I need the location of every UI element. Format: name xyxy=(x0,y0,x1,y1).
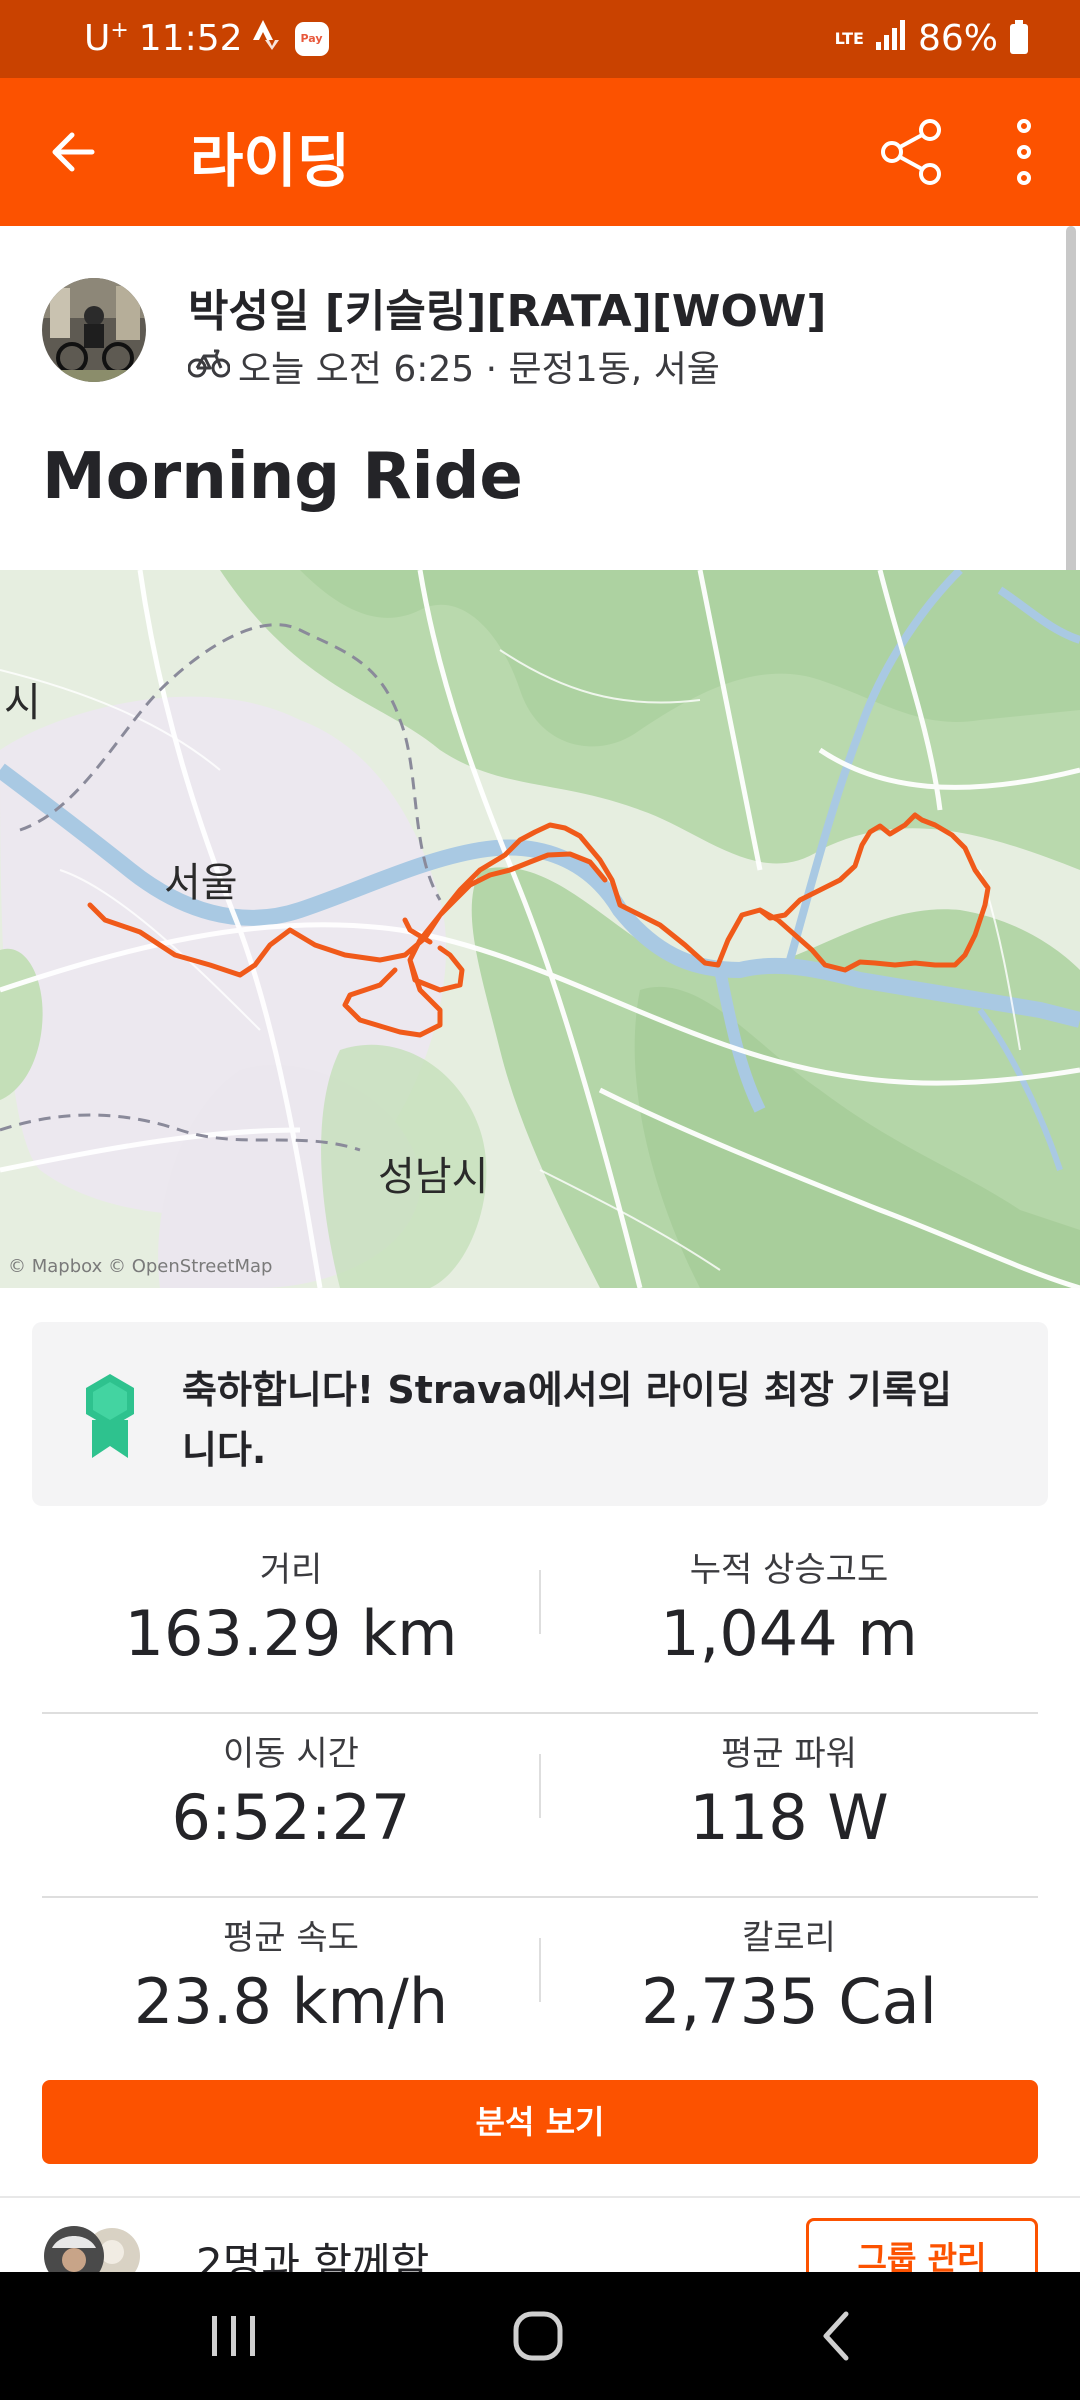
system-nav-bar xyxy=(0,2272,1080,2400)
battery-icon xyxy=(1010,19,1028,54)
recent-apps-icon[interactable] xyxy=(204,2306,264,2366)
back-icon[interactable] xyxy=(808,2306,868,2366)
signal-icon xyxy=(875,18,906,59)
achievement-text: 축하합니다! Strava에서의 라이딩 최장 기록입니다. xyxy=(182,1368,952,1472)
map-label-si: 시 xyxy=(4,680,41,726)
stat-value: 1,044 m xyxy=(660,1597,918,1670)
stat-avg-power: 평균 파워 118 W xyxy=(540,1714,1038,1898)
divider xyxy=(0,2196,1080,2198)
route-map[interactable]: 시 서울 성남시 © Mapbox © OpenStreetMap xyxy=(0,570,1080,1288)
stat-value: 23.8 km/h xyxy=(133,1965,449,2038)
stat-row: 평균 속도 23.8 km/h 칼로리 2,735 Cal xyxy=(42,1898,1038,2082)
battery-percent: 86% xyxy=(917,18,998,59)
lte-indicator: LTE xyxy=(834,28,864,48)
share-icon[interactable] xyxy=(876,116,948,188)
stat-label: 누적 상승고도 xyxy=(689,1550,889,1590)
stat-distance: 거리 163.29 km xyxy=(42,1530,540,1714)
back-arrow-icon[interactable] xyxy=(42,120,106,184)
pay-icon: Pay xyxy=(294,21,329,56)
stat-value: 118 W xyxy=(689,1781,889,1854)
medal-icon xyxy=(80,1372,140,1462)
achievement-banner: 축하합니다! Strava에서의 라이딩 최장 기록입니다. xyxy=(32,1322,1048,1506)
activity-time-location: 오늘 오전 6:25 · 문정1동, 서울 xyxy=(238,349,720,390)
strava-notification-icon xyxy=(252,18,279,59)
page-title: 라이딩 xyxy=(190,127,351,195)
stat-label: 이동 시간 xyxy=(223,1734,359,1774)
carrier-label: U+ xyxy=(84,18,129,59)
stat-value: 6:52:27 xyxy=(171,1781,411,1854)
activity-title: Morning Ride xyxy=(42,440,523,514)
stat-label: 평균 파워 xyxy=(721,1734,857,1774)
home-icon[interactable] xyxy=(508,2306,568,2366)
view-analysis-button[interactable]: 분석 보기 xyxy=(42,2080,1038,2164)
athlete-name[interactable]: 박성일 [키슬링][RATA][WOW] xyxy=(188,275,827,339)
stat-label: 칼로리 xyxy=(742,1918,836,1958)
stat-label: 거리 xyxy=(259,1550,323,1590)
stat-value: 163.29 km xyxy=(124,1597,458,1670)
app-bar: 라이딩 xyxy=(0,78,1080,226)
stat-row: 이동 시간 6:52:27 평균 파워 118 W xyxy=(42,1714,1038,1898)
stat-value: 2,735 Cal xyxy=(641,1965,937,2038)
stat-elevation-gain: 누적 상승고도 1,044 m xyxy=(540,1530,1038,1714)
stat-label: 평균 속도 xyxy=(223,1918,359,1958)
map-label-seongnam: 성남시 xyxy=(378,1154,489,1200)
avatar[interactable] xyxy=(42,278,146,382)
map-attribution[interactable]: © Mapbox © OpenStreetMap xyxy=(8,1256,272,1277)
status-bar: U+ 11:52 Pay LTE 86% xyxy=(0,0,1080,78)
stat-moving-time: 이동 시간 6:52:27 xyxy=(42,1714,540,1898)
activity-meta: 오늘 오전 6:25 · 문정1동, 서울 xyxy=(187,340,720,392)
stats-grid: 거리 163.29 km 누적 상승고도 1,044 m 이동 시간 6:52:… xyxy=(42,1530,1038,2082)
stat-row: 거리 163.29 km 누적 상승고도 1,044 m xyxy=(42,1530,1038,1714)
map-label-seoul: 서울 xyxy=(164,860,238,906)
stat-calories: 칼로리 2,735 Cal xyxy=(540,1898,1038,2082)
more-vertical-icon[interactable] xyxy=(1000,118,1048,186)
bike-icon xyxy=(187,346,231,387)
stat-avg-speed: 평균 속도 23.8 km/h xyxy=(42,1898,540,2082)
clock: 11:52 xyxy=(138,18,243,59)
